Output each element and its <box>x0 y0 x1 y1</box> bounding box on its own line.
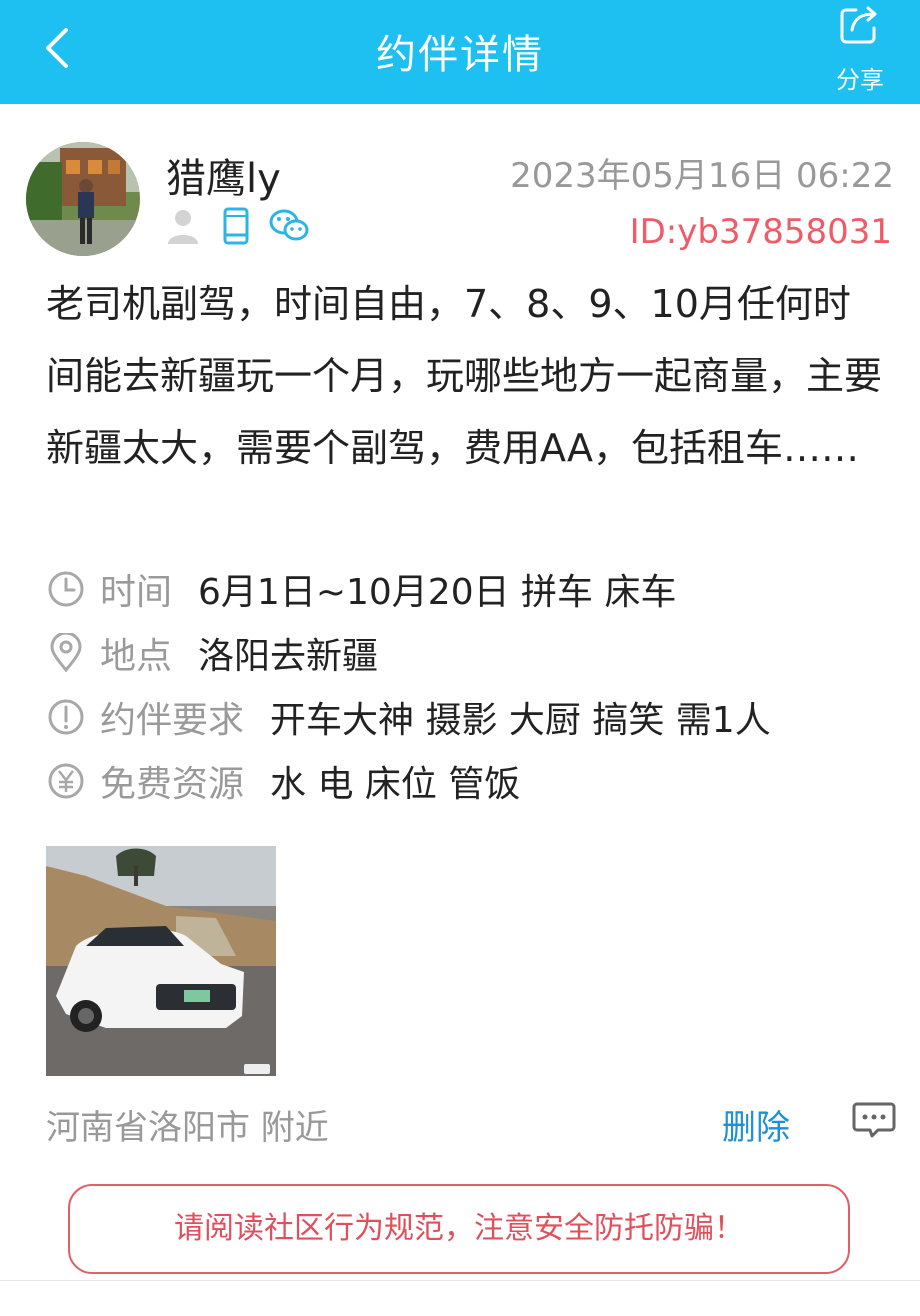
info-row-time: 时间 6月1日~10月20日 拼车 床车 <box>46 566 677 613</box>
post-photo[interactable] <box>46 846 276 1076</box>
username[interactable]: 猎鹰ly <box>166 146 281 204</box>
user-id: ID:yb37858031 <box>629 212 892 252</box>
info-label: 免费资源 <box>100 764 245 805</box>
clock-icon <box>46 569 86 609</box>
exclamation-circle-icon <box>46 697 86 737</box>
car-photo-image <box>46 846 276 1076</box>
page-title: 约伴详情 <box>376 32 544 78</box>
share-icon <box>840 6 877 44</box>
phone-verified-icon <box>216 206 258 246</box>
info-value: 开车大神 摄影 大厨 搞笑 需1人 <box>270 700 771 741</box>
verification-icons <box>164 206 310 246</box>
post-timestamp: 2023年05月16日 06:22 <box>510 156 894 196</box>
post-description: 老司机副驾，时间自由，7、8、9、10月任何时间能去新疆玩一个月，玩哪些地方一起… <box>46 282 883 470</box>
comment-button[interactable] <box>852 1098 896 1142</box>
info-row-requirements: 约伴要求 开车大神 摄影 大厨 搞笑 需1人 <box>46 694 771 741</box>
location-pin-icon <box>46 633 86 673</box>
safety-notice-button[interactable]: 请阅读社区行为规范，注意安全防托防骗！ <box>68 1184 850 1274</box>
wechat-verified-icon <box>268 206 310 246</box>
info-row-free-resources: 免费资源 水 电 床位 管饭 <box>46 758 521 805</box>
share-label: 分享 <box>836 66 884 94</box>
info-label: 时间 <box>100 572 173 613</box>
avatar-photo <box>26 142 140 256</box>
yuan-circle-icon <box>46 761 86 801</box>
divider <box>0 1280 920 1281</box>
comment-icon <box>852 1102 896 1138</box>
avatar[interactable] <box>26 142 140 256</box>
delete-button[interactable]: 删除 <box>722 1100 790 1149</box>
identity-verified-icon <box>164 206 206 246</box>
info-row-location: 地点 洛阳去新疆 <box>46 630 379 677</box>
info-value: 水 电 床位 管饭 <box>270 764 521 805</box>
location-text: 河南省洛阳市 附近 <box>46 1108 329 1148</box>
info-value: 6月1日~10月20日 拼车 床车 <box>198 572 677 613</box>
info-label: 地点 <box>100 636 173 677</box>
info-label: 约伴要求 <box>100 700 245 741</box>
share-button[interactable]: 分享 <box>828 0 892 96</box>
top-bar: 约伴详情 分享 <box>0 0 920 104</box>
info-value: 洛阳去新疆 <box>198 636 379 677</box>
